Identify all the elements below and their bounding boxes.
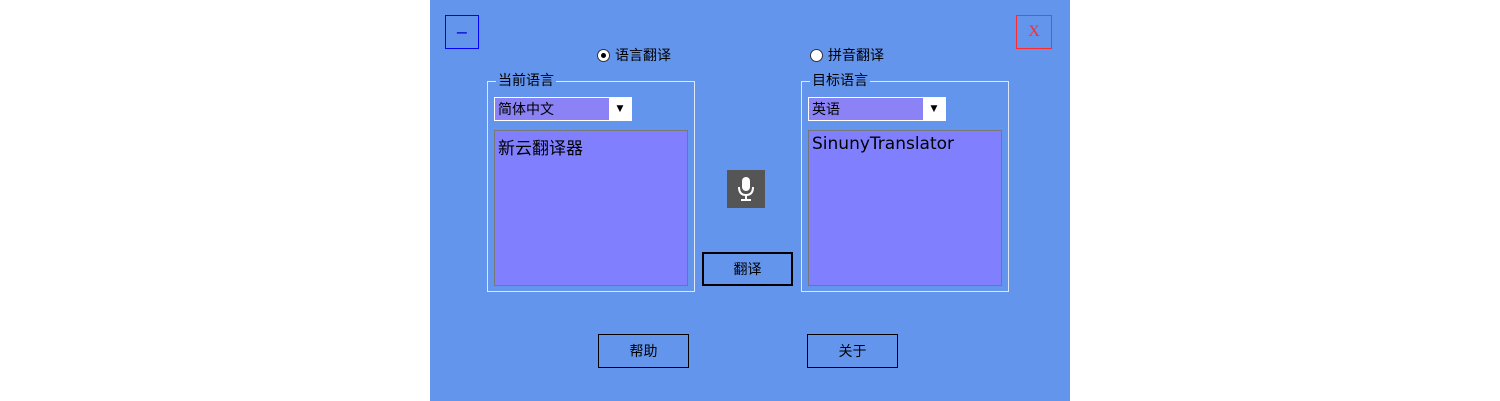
translate-button[interactable]: 翻译 xyxy=(702,252,793,286)
target-language-select[interactable]: 英语 ▼ xyxy=(808,97,946,121)
source-group-label: 当前语言 xyxy=(496,73,556,89)
close-button[interactable]: X xyxy=(1016,15,1052,49)
radio-unchecked-icon xyxy=(810,48,823,62)
source-language-value: 简体中文 xyxy=(495,98,609,120)
radio-language-label: 语言翻译 xyxy=(615,48,671,64)
target-language-group: 目标语言 英语 ▼ SinunyTranslator xyxy=(801,73,1009,292)
target-group-label: 目标语言 xyxy=(810,73,870,89)
target-text-output[interactable]: SinunyTranslator xyxy=(808,130,1002,286)
dropdown-arrow-icon[interactable]: ▼ xyxy=(609,98,631,120)
dropdown-arrow-icon[interactable]: ▼ xyxy=(923,98,945,120)
microphone-button[interactable] xyxy=(727,170,765,208)
radio-checked-icon xyxy=(597,48,610,62)
target-language-value: 英语 xyxy=(809,98,923,120)
radio-pinyin-label: 拼音翻译 xyxy=(828,48,884,64)
minimize-button[interactable]: − xyxy=(445,15,479,49)
about-button[interactable]: 关于 xyxy=(807,334,898,368)
radio-language-translate[interactable]: 语言翻译 xyxy=(597,45,671,65)
source-text-input[interactable]: 新云翻译器 xyxy=(494,130,688,286)
translator-window: − X 语言翻译 拼音翻译 当前语言 简体中文 ▼ 新云翻译器 目标语言 英语 … xyxy=(430,0,1070,401)
microphone-icon xyxy=(738,177,754,201)
radio-pinyin-translate[interactable]: 拼音翻译 xyxy=(810,45,884,65)
help-button[interactable]: 帮助 xyxy=(598,334,689,368)
source-language-group: 当前语言 简体中文 ▼ 新云翻译器 xyxy=(487,73,695,292)
source-language-select[interactable]: 简体中文 ▼ xyxy=(494,97,632,121)
